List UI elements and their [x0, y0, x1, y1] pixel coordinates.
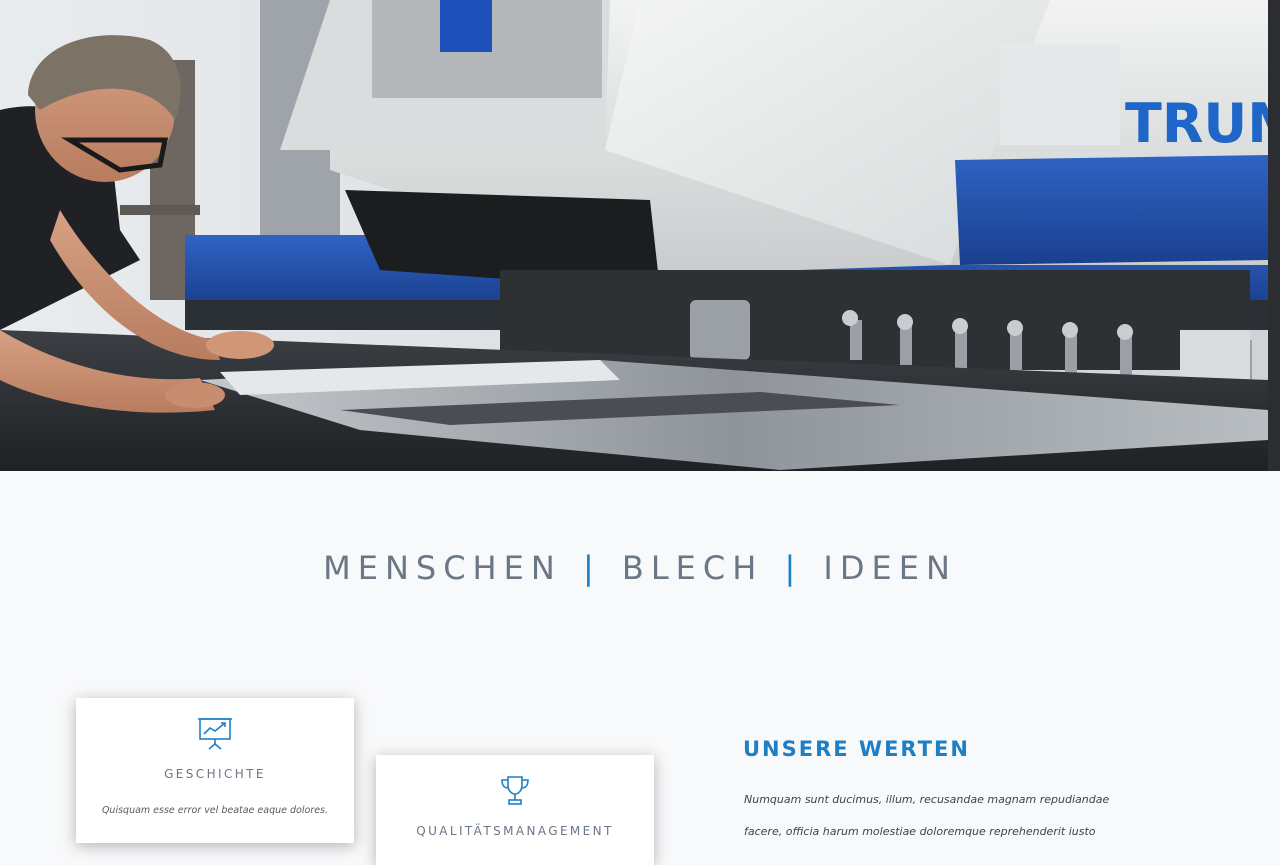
- scrollbar[interactable]: [1268, 0, 1280, 471]
- card-title: GESCHICHTE: [164, 767, 266, 781]
- tagline-separator: |: [784, 549, 803, 588]
- card-description: Quisquam esse error vel beatae eaque dol…: [101, 805, 329, 816]
- section-title-values: UNSERE WERTEN: [743, 737, 970, 762]
- trophy-icon: [499, 775, 531, 812]
- hero-photo-illustration: TRUM: [0, 0, 1268, 471]
- tagline-word-menschen: MENSCHEN: [323, 549, 562, 588]
- tagline-separator: |: [582, 549, 601, 588]
- card-geschichte[interactable]: GESCHICHTE Quisquam esse error vel beata…: [76, 698, 354, 843]
- hero-image: TRUM: [0, 0, 1268, 471]
- tagline-word-blech: BLECH: [621, 549, 764, 588]
- page-tagline: MENSCHEN | BLECH | IDEEN: [0, 549, 1280, 587]
- card-title: QUALITÄTSMANAGEMENT: [416, 824, 614, 838]
- tagline-word-ideen: IDEEN: [823, 549, 957, 588]
- presentation-chart-icon: [198, 716, 232, 755]
- machine-brand-text: TRUM: [1125, 92, 1268, 155]
- values-paragraph-line: Numquam sunt ducimus, illum, recusandae …: [744, 793, 1110, 806]
- values-paragraph-line: facere, officia harum molestiae doloremq…: [744, 825, 1096, 838]
- card-qualitaetsmanagement[interactable]: QUALITÄTSMANAGEMENT: [376, 755, 654, 865]
